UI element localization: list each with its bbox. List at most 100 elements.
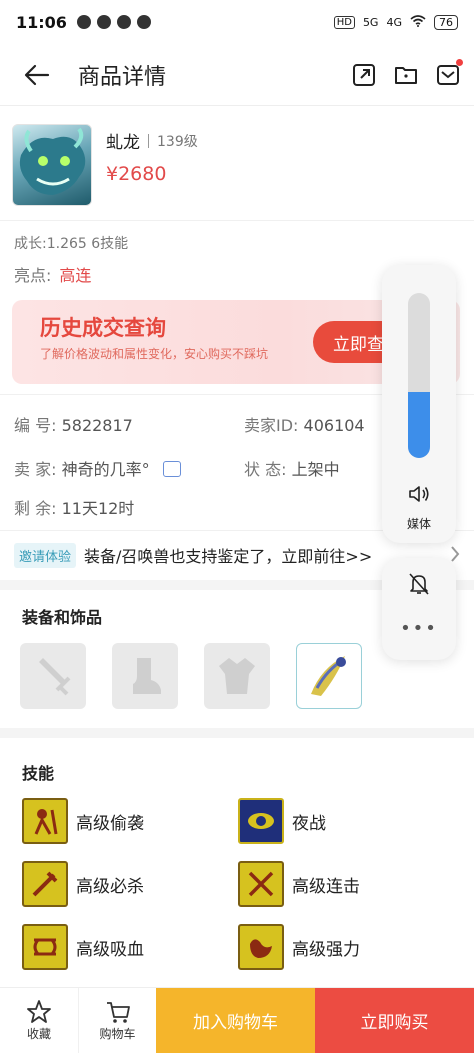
skill-name: 高级连击 — [292, 876, 360, 897]
growth-info: 成长:1.265 6技能 — [14, 236, 129, 252]
price: ¥2680 — [106, 163, 167, 185]
volume-panel: 媒体 — [382, 265, 456, 543]
battery-indicator: 76 — [434, 14, 458, 30]
boot-icon — [133, 658, 161, 694]
pet-name: 虬龙 — [106, 133, 140, 153]
message-button[interactable] — [436, 58, 463, 87]
wifi-icon — [410, 14, 426, 30]
dragon-icon — [19, 127, 86, 195]
status-bar: 11:06 HD 5G 4G 76 — [0, 0, 474, 44]
skill-name: 高级吸血 — [76, 939, 144, 960]
skill-item[interactable]: 高级吸血 — [22, 924, 144, 970]
highlight-label: 亮点: — [14, 266, 52, 285]
equip-slot-ornament[interactable] — [296, 643, 362, 709]
volume-slider[interactable] — [408, 293, 430, 458]
star-icon — [27, 1000, 51, 1023]
highlight-value: 高连 — [59, 266, 92, 285]
seller-id-value: 406104 — [303, 416, 365, 435]
bottom-action-bar: 收藏 购物车 加入购物车 立即购买 — [0, 987, 474, 1053]
section-gap — [0, 728, 474, 738]
invite-badge: 邀请体验 — [14, 542, 77, 568]
chevron-right-icon — [451, 546, 460, 562]
product-card: 虬龙 139级 ¥2680 — [12, 124, 462, 214]
status-time: 11:06 — [16, 12, 67, 32]
equip-slot-armor[interactable] — [204, 643, 270, 709]
mail-icon — [437, 64, 459, 85]
highlight-row: 亮点: 高连 — [14, 262, 91, 286]
app-notification-icon — [136, 15, 151, 29]
volume-extra-panel: ••• — [382, 558, 456, 660]
page-header: 商品详情 — [0, 44, 474, 106]
skill-name: 高级必杀 — [76, 876, 144, 897]
skill-item[interactable]: 夜战 — [238, 798, 326, 844]
seller-label: 卖 家: — [14, 460, 57, 479]
back-button[interactable] — [22, 60, 52, 90]
equipment-title: 装备和饰品 — [22, 608, 103, 627]
code-label: 编 号: — [14, 416, 57, 435]
collection-button[interactable] — [394, 63, 418, 87]
cart-icon — [106, 1002, 130, 1023]
lifesteal-skill-icon — [22, 924, 68, 970]
banner-title: 历史成交查询 — [40, 316, 166, 340]
speaker-icon — [409, 486, 429, 502]
critical-skill-icon — [22, 861, 68, 907]
page-title: 商品详情 — [78, 64, 167, 90]
skills-title: 技能 — [22, 764, 55, 783]
volume-level — [408, 392, 430, 458]
volume-stream-label: 媒体 — [406, 517, 431, 531]
sneak-attack-skill-icon — [22, 798, 68, 844]
shop-icon[interactable] — [162, 461, 181, 477]
seller-value[interactable]: 神奇的几率° — [62, 460, 150, 479]
status-notification-icons — [76, 15, 151, 29]
skill-name: 高级强力 — [292, 939, 360, 960]
code-value: 5822817 — [61, 416, 133, 435]
cart-button[interactable]: 购物车 — [78, 988, 156, 1053]
network-tag: 5G — [362, 15, 379, 29]
strength-skill-icon — [238, 924, 284, 970]
status-label: 状 态: — [244, 460, 287, 479]
status-row: 状 态: 上架中 — [244, 456, 340, 480]
seller-id-row: 卖家ID: 406104 — [244, 412, 365, 436]
armor-icon — [219, 658, 255, 694]
buy-now-button[interactable]: 立即购买 — [315, 988, 474, 1053]
status-value: 上架中 — [291, 460, 340, 479]
network-tag: 4G — [386, 15, 402, 29]
more-options-icon[interactable]: ••• — [382, 618, 456, 639]
back-arrow-icon — [24, 64, 50, 85]
remaining-row: 剩 余: 11天12时 — [14, 495, 134, 519]
banner-subtitle: 了解价格波动和属性变化，安心购买不踩坑 — [40, 347, 269, 361]
bell-off-icon[interactable] — [408, 572, 430, 596]
favorite-button[interactable]: 收藏 — [0, 988, 78, 1053]
night-combat-skill-icon — [238, 798, 284, 844]
invite-text[interactable]: 装备/召唤兽也支持鉴定了，立即前往>> — [84, 543, 372, 567]
skill-item[interactable]: 高级连击 — [238, 861, 360, 907]
equip-slot-weapon[interactable] — [20, 643, 86, 709]
share-icon — [353, 63, 375, 86]
cart-label: 购物车 — [99, 1027, 136, 1041]
status-right: HD 5G 4G 76 — [333, 14, 458, 30]
equip-slot-boots[interactable] — [112, 643, 178, 709]
skill-name: 高级偷袭 — [76, 813, 144, 834]
pet-avatar[interactable] — [12, 124, 92, 206]
remaining-label: 剩 余: — [14, 499, 57, 518]
skill-item[interactable]: 高级偷袭 — [22, 798, 144, 844]
ornament-icon — [311, 656, 346, 696]
add-to-cart-button[interactable]: 加入购物车 — [156, 988, 315, 1053]
network-tag: HD — [333, 15, 355, 29]
favorite-label: 收藏 — [26, 1027, 51, 1041]
share-button[interactable] — [352, 63, 376, 87]
unread-dot — [456, 58, 463, 66]
app-notification-icon — [96, 15, 111, 29]
app-notification-icon — [76, 15, 91, 29]
seller-row: 卖 家: 神奇的几率° — [14, 456, 181, 480]
combo-skill-icon — [238, 861, 284, 907]
pet-level: 139级 — [157, 133, 198, 150]
seller-id-label: 卖家ID: — [244, 416, 299, 435]
remaining-value: 11天12时 — [61, 499, 135, 518]
skill-item[interactable]: 高级必杀 — [22, 861, 144, 907]
divider — [0, 220, 474, 221]
folder-star-icon — [395, 66, 417, 84]
sword-icon — [39, 658, 71, 696]
divider — [148, 133, 149, 148]
skill-item[interactable]: 高级强力 — [238, 924, 360, 970]
